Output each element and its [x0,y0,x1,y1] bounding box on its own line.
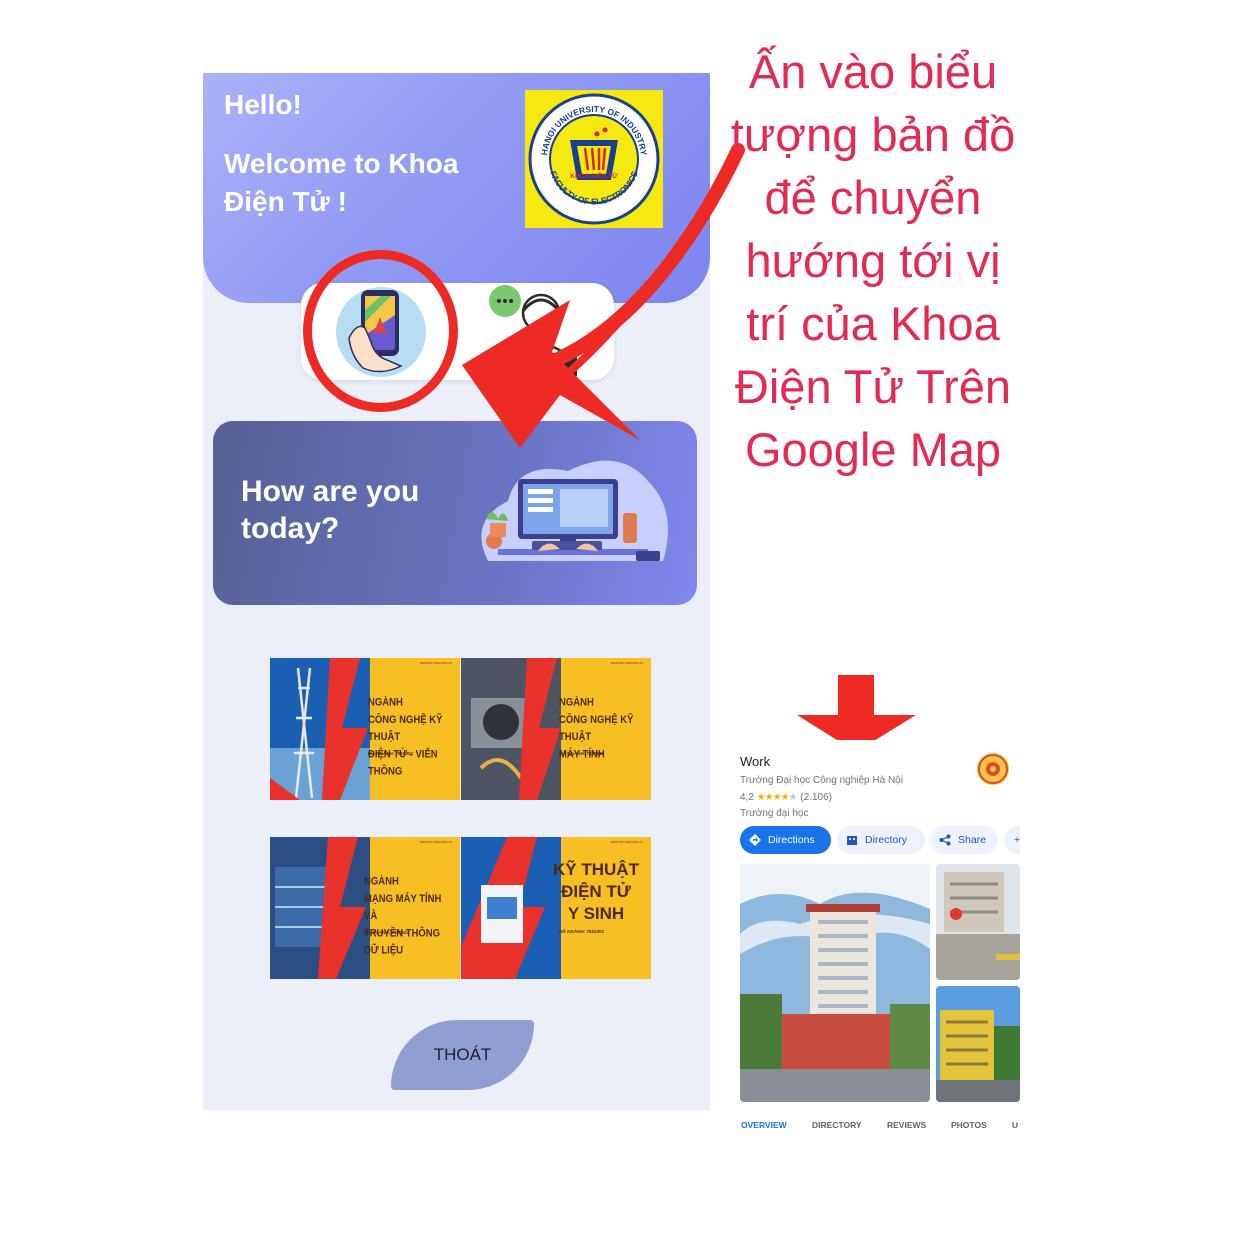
tab-reviews[interactable]: REVIEWS [887,1120,926,1130]
share-button[interactable]: Share [930,826,998,854]
tab-photos[interactable]: PHOTOS [951,1120,987,1130]
instruction-text: Ấn vào biểu tượng bản đồ để chuyển hướng… [730,45,1016,476]
place-photo-main[interactable] [740,864,930,1102]
rating-row[interactable]: 4,2 ★★★★★ (2.106) [740,792,832,803]
tab-overview[interactable]: OVERVIEW [741,1120,787,1130]
directions-label: Directions [768,834,815,846]
place-name[interactable]: Trường Đại học Công nghiệp Hà Nội [740,775,903,786]
curved-pointer-arrow [553,143,745,365]
rating-stars: ★★★★ [756,792,790,803]
google-maps-place-card: Work Trường Đại học Công nghiệp Hà Nội 4… [740,740,1020,1135]
rating-star-empty: ★ [788,792,798,803]
tab-directory[interactable]: DIRECTORY [812,1120,862,1130]
share-icon [939,834,951,846]
annotation-arrows [462,143,916,752]
directions-icon [749,834,761,846]
place-logo [977,753,1009,785]
tab-updates[interactable]: U [1012,1120,1018,1130]
directions-button[interactable]: Directions [740,826,831,854]
place-label: Work [740,754,771,769]
more-actions-button[interactable]: + [1004,826,1020,854]
down-arrow-shaft [838,675,874,715]
place-photo-gate[interactable] [936,864,1020,980]
place-photo-building[interactable] [936,986,1020,1102]
screenshot-canvas: Hello! Welcome to Khoa Điện Tử ! HANOI U… [0,0,1242,1242]
directory-button[interactable]: Directory [837,826,925,854]
share-label: Share [958,834,987,846]
directory-label: Directory [865,834,908,846]
rating-value: 4,2 [740,792,754,803]
review-count: (2.106) [800,792,832,803]
directory-icon [847,836,857,845]
place-category: Trường đại học [740,808,809,819]
